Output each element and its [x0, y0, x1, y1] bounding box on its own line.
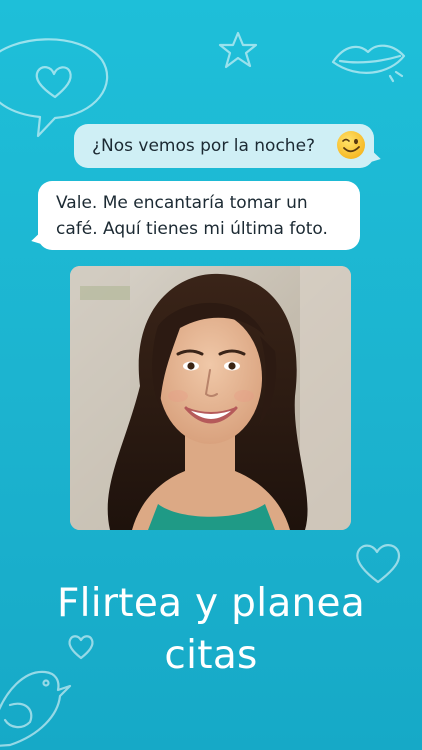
- wink-emoji-icon: [337, 131, 365, 159]
- sent-message-bubble: ¿Nos vemos por la noche?: [74, 124, 383, 168]
- bubble-tail: [367, 149, 383, 165]
- headline: Flirtea y planea citas: [56, 581, 366, 678]
- profile-photo[interactable]: [70, 266, 351, 530]
- lips-icon: [331, 44, 406, 83]
- portrait-image: [70, 266, 351, 530]
- sent-message-text: ¿Nos vemos por la noche?: [92, 136, 316, 156]
- received-message-bubble: Vale. Me encantaría tomar un café. Aquí …: [29, 181, 360, 250]
- bubble-tail: [29, 231, 45, 247]
- received-message-text: Vale. Me encantaría tomar un café. Aquí …: [56, 193, 328, 239]
- star-icon: [218, 31, 258, 69]
